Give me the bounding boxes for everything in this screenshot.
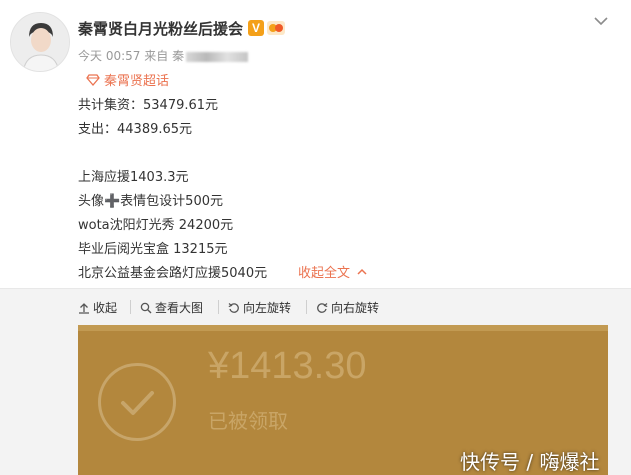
avatar-image xyxy=(11,13,69,71)
watermark: 快传号 / 嗨爆社 xyxy=(460,450,600,474)
chevron-up-icon xyxy=(357,268,367,275)
post-meta: 今天 00:57 来自 秦 xyxy=(78,47,249,64)
post-line: 毕业后阅光宝盒 13215元 xyxy=(78,242,228,257)
post-line: 北京公益基金会路灯应援5040元 xyxy=(78,266,268,281)
photo-top-strip xyxy=(78,325,608,331)
post-line: 支出：44389.65元 xyxy=(78,122,193,137)
check-circle-icon xyxy=(98,363,176,441)
username[interactable]: 秦霄贤白月光粉丝后援会 xyxy=(78,18,243,39)
collapse-image-button[interactable]: 收起 xyxy=(78,299,117,316)
divider xyxy=(218,300,219,314)
arrow-up-icon xyxy=(79,302,89,314)
fan-badge-icon xyxy=(266,19,286,37)
blurred-source xyxy=(186,51,249,62)
post-line: 上海应援1403.3元 xyxy=(78,170,189,185)
divider xyxy=(306,300,307,314)
collapse-image-label: 收起 xyxy=(93,301,118,315)
post-line: 共计集资：53479.61元 xyxy=(78,98,219,113)
source-name[interactable]: 秦 xyxy=(172,49,184,63)
supertopic-link[interactable]: 秦霄贤超话 xyxy=(86,70,169,89)
rotate-left-icon xyxy=(228,302,239,313)
collapse-text-link[interactable]: 收起全文 xyxy=(298,262,368,281)
rotate-left-label: 向左旋转 xyxy=(243,301,292,315)
rotate-right-button[interactable]: 向右旋转 xyxy=(316,299,379,316)
divider xyxy=(130,300,131,314)
post-line: 头像➕表情包设计500元 xyxy=(78,194,223,209)
image-toolbar: 收起 查看大图 向左旋转 向右旋转 xyxy=(0,288,631,326)
rotate-right-icon xyxy=(317,302,328,313)
view-large-label: 查看大图 xyxy=(155,301,204,315)
chevron-down-icon[interactable] xyxy=(592,12,610,30)
claimed-status: 已被领取 xyxy=(208,409,288,433)
supertopic-label: 秦霄贤超话 xyxy=(104,74,170,89)
rotate-left-button[interactable]: 向左旋转 xyxy=(228,299,291,316)
verified-badge: V xyxy=(248,20,264,36)
avatar[interactable] xyxy=(10,12,70,72)
magnifier-icon xyxy=(140,302,152,313)
post-line: wota沈阳灯光秀 24200元 xyxy=(78,218,234,233)
amount-label: ¥1413.30 xyxy=(208,345,367,387)
timestamp[interactable]: 今天 00:57 xyxy=(78,49,140,63)
diamond-icon xyxy=(86,73,100,86)
rotate-right-label: 向右旋转 xyxy=(331,301,380,315)
view-large-button[interactable]: 查看大图 xyxy=(140,299,203,316)
collapse-label: 收起全文 xyxy=(298,266,351,281)
source-prefix: 来自 xyxy=(144,49,169,63)
